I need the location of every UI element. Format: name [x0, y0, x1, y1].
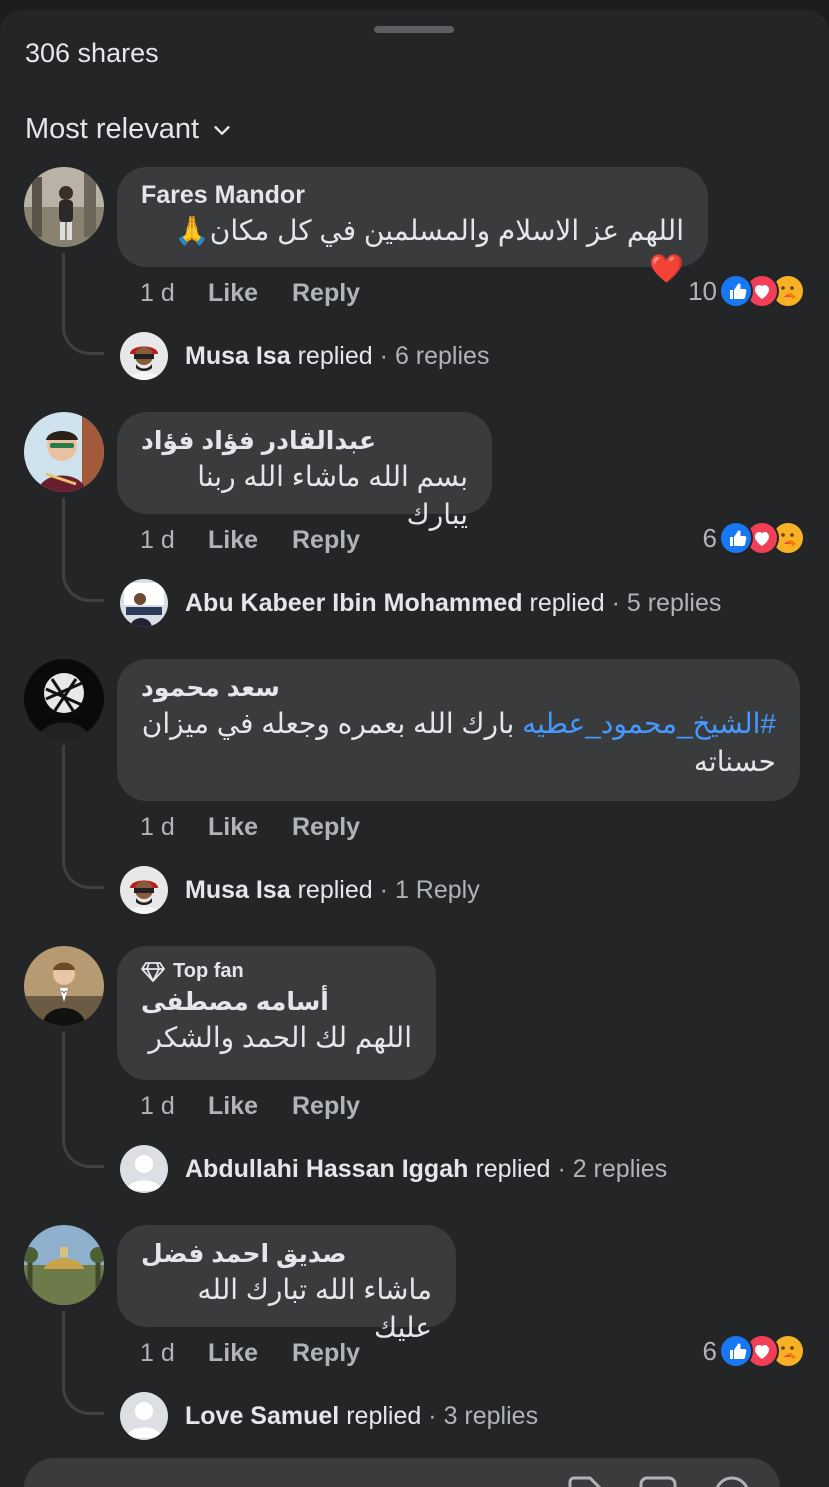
- thread-line: [62, 498, 104, 602]
- reply-button[interactable]: Reply: [292, 813, 360, 842]
- reply-verb: replied: [297, 341, 373, 370]
- comment-bubble[interactable]: سعد محمود #الشيخ_محمود_عطيه بارك الله بع…: [117, 659, 800, 801]
- reply-button[interactable]: Reply: [292, 526, 360, 555]
- hashtag-link[interactable]: #الشيخ_محمود_عطيه: [522, 708, 776, 739]
- comment-author[interactable]: عبدالقادر فؤاد فؤاد: [141, 426, 468, 456]
- reaction-summary[interactable]: 10: [688, 274, 805, 308]
- avatar[interactable]: [24, 1225, 104, 1305]
- comment-author[interactable]: صديق احمد فضل: [141, 1239, 432, 1269]
- comment-author[interactable]: أسامه مصطفى: [141, 987, 412, 1017]
- reply-verb: replied: [475, 1154, 551, 1183]
- avatar[interactable]: [24, 412, 104, 492]
- reply-verb: replied: [529, 588, 605, 617]
- reply-author: Musa Isa: [185, 875, 291, 904]
- chevron-down-icon: [214, 125, 230, 135]
- reply-verb: replied: [346, 1401, 422, 1430]
- reply-author: Abdullahi Hassan Iggah: [185, 1154, 469, 1183]
- comment-text: بسم الله ماشاء الله ربنا يبارك: [197, 461, 468, 530]
- thread-line: [62, 1032, 104, 1168]
- comment-author[interactable]: سعد محمود: [141, 673, 776, 703]
- comment-bubble[interactable]: عبدالقادر فؤاد فؤاد بسم الله ماشاء الله …: [117, 412, 492, 530]
- reply-button[interactable]: Reply: [292, 279, 360, 308]
- reaction-count: 6: [702, 1335, 717, 1366]
- comment-actions: 1 d Like Reply: [140, 813, 360, 842]
- comment-bubble[interactable]: صديق احمد فضل ماشاء الله تبارك الله عليك: [117, 1225, 456, 1343]
- emoji-icon[interactable]: [712, 1474, 752, 1487]
- reply-author: Abu Kabeer Ibin Mohammed: [185, 588, 523, 617]
- comment-time: 1 d: [140, 526, 175, 554]
- sort-dropdown[interactable]: Most relevant: [25, 113, 233, 146]
- comment-bubble[interactable]: Fares Mandor اللهم عز الاسلام والمسلمين …: [117, 167, 708, 284]
- like-button[interactable]: Like: [208, 279, 292, 308]
- thread-line: [62, 1311, 104, 1415]
- reply-avatar: [120, 332, 168, 380]
- comment-time: 1 d: [140, 1339, 175, 1367]
- like-icon: [719, 1334, 753, 1368]
- like-button[interactable]: Like: [208, 526, 292, 555]
- replies-link[interactable]: Abu Kabeer Ibin Mohammed replied · 5 rep…: [120, 579, 721, 627]
- comment-actions: 1 d Like Reply: [140, 1092, 360, 1121]
- reply-avatar: [120, 1392, 168, 1440]
- drag-handle[interactable]: [374, 26, 454, 33]
- reply-avatar: [120, 579, 168, 627]
- diamond-icon: [141, 961, 165, 982]
- replies-link[interactable]: Musa Isa replied · 1 Reply: [120, 866, 480, 914]
- thread-line: [62, 745, 104, 889]
- reply-count: · 2 replies: [557, 1154, 668, 1183]
- shares-count[interactable]: 306 shares: [25, 38, 159, 69]
- reply-count: · 3 replies: [428, 1401, 539, 1430]
- gif-icon[interactable]: [638, 1474, 678, 1487]
- replies-link[interactable]: Love Samuel replied · 3 replies: [120, 1392, 538, 1440]
- comment-text: ماشاء الله تبارك الله عليك: [197, 1274, 432, 1343]
- comment-time: 1 d: [140, 279, 175, 307]
- avatar[interactable]: [24, 659, 104, 739]
- like-button[interactable]: Like: [208, 813, 292, 842]
- thread-line: [62, 253, 104, 355]
- like-icon: [719, 521, 753, 555]
- reply-verb: replied: [297, 875, 373, 904]
- reply-count: · 1 Reply: [379, 875, 480, 904]
- like-icon: [719, 274, 753, 308]
- reply-count: · 5 replies: [611, 588, 722, 617]
- reaction-summary[interactable]: 6: [703, 1334, 805, 1368]
- comment-text: #الشيخ_محمود_عطيه بارك الله بعمره وجعله …: [141, 705, 776, 781]
- comment-actions: 1 d Like Reply: [140, 279, 360, 308]
- sticker-icon[interactable]: [566, 1474, 606, 1487]
- reaction-count: 10: [688, 275, 717, 306]
- reply-avatar: [120, 866, 168, 914]
- reply-count: · 6 replies: [379, 341, 490, 370]
- comment-author[interactable]: Fares Mandor: [141, 181, 684, 210]
- reply-author: Love Samuel: [185, 1401, 340, 1430]
- reaction-summary[interactable]: 6: [703, 521, 805, 555]
- top-fan-label: Top fan: [173, 960, 244, 982]
- like-button[interactable]: Like: [208, 1092, 292, 1121]
- replies-link[interactable]: Abdullahi Hassan Iggah replied · 2 repli…: [120, 1145, 667, 1193]
- comment-bubble[interactable]: Top fan أسامه مصطفى اللهم لك الحمد والشك…: [117, 946, 436, 1080]
- sort-label: Most relevant: [25, 113, 200, 145]
- comment-text: اللهم لك الحمد والشكر: [148, 1022, 412, 1053]
- comment-actions: 1 d Like Reply: [140, 1339, 360, 1368]
- comment-composer[interactable]: [24, 1458, 780, 1487]
- comment-time: 1 d: [140, 813, 175, 841]
- avatar[interactable]: [24, 167, 104, 247]
- avatar[interactable]: [24, 946, 104, 1026]
- top-fan-badge: Top fan: [141, 960, 412, 983]
- comment-time: 1 d: [140, 1092, 175, 1120]
- reply-button[interactable]: Reply: [292, 1092, 360, 1121]
- reply-button[interactable]: Reply: [292, 1339, 360, 1368]
- reply-avatar: [120, 1145, 168, 1193]
- like-button[interactable]: Like: [208, 1339, 292, 1368]
- comment-actions: 1 d Like Reply: [140, 526, 360, 555]
- comment-text: اللهم عز الاسلام والمسلمين في كل مكان🙏❤️: [174, 215, 684, 284]
- replies-link[interactable]: Musa Isa replied · 6 replies: [120, 332, 489, 380]
- reply-author: Musa Isa: [185, 341, 291, 370]
- reaction-count: 6: [702, 522, 717, 553]
